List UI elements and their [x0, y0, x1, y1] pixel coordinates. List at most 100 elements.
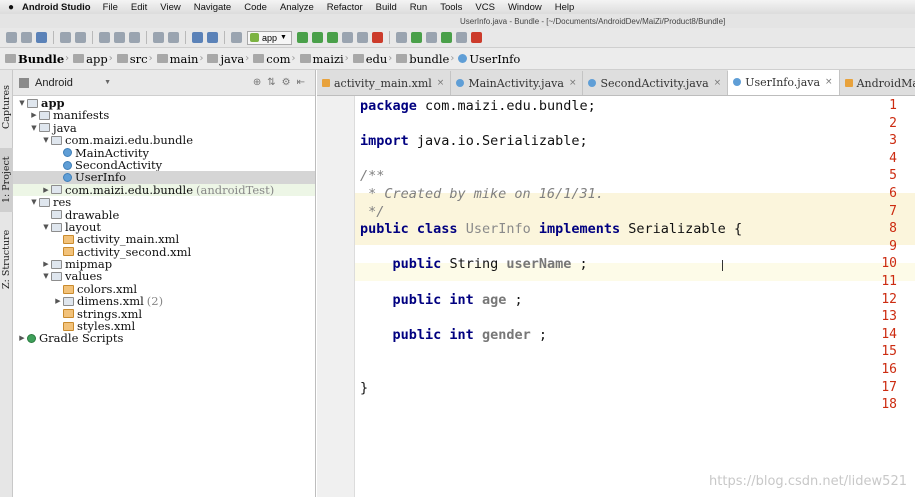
- menu-item-code[interactable]: Code: [244, 2, 267, 13]
- menu-item-file[interactable]: File: [103, 2, 118, 13]
- sdk-manager-icon[interactable]: [425, 32, 437, 43]
- collapse-arrow-icon[interactable]: ▶: [41, 258, 51, 270]
- back-icon[interactable]: [192, 32, 203, 43]
- tree-item[interactable]: ▶ dimens.xml (2): [13, 294, 315, 309]
- line-number: 12: [881, 291, 897, 307]
- menu-item-edit[interactable]: Edit: [131, 2, 147, 13]
- project-view-select[interactable]: Android ▼: [19, 77, 111, 89]
- tree-item[interactable]: ▶ manifests: [13, 109, 315, 122]
- run-config-select[interactable]: app ▼: [247, 30, 292, 45]
- save-icon[interactable]: [21, 32, 32, 43]
- tree-item[interactable]: ▼ res: [13, 196, 315, 209]
- paste-icon[interactable]: [129, 32, 140, 43]
- code-editor[interactable]: 1 package com.maizi.edu.bundle; 2 3 import j…: [317, 96, 915, 497]
- breadcrumb-item[interactable]: › com: [244, 52, 290, 66]
- expand-arrow-icon[interactable]: ▼: [29, 122, 39, 134]
- sync-icon[interactable]: [36, 32, 47, 43]
- project-structure-icon[interactable]: [395, 32, 407, 43]
- code-token: ;: [579, 256, 588, 273]
- menu-item-vcs[interactable]: VCS: [475, 2, 495, 13]
- find-icon[interactable]: [153, 32, 164, 43]
- profile-icon[interactable]: [326, 32, 338, 43]
- collapse-arrow-icon[interactable]: ▶: [41, 184, 51, 196]
- code-token: ;: [538, 326, 547, 343]
- tree-item[interactable]: ▼ com.maizi.edu.bundle: [13, 134, 315, 147]
- collapse-arrow-icon[interactable]: ▶: [53, 295, 63, 307]
- breadcrumb-item[interactable]: › src: [108, 52, 148, 66]
- project-tool-tab[interactable]: 1: Project: [0, 148, 13, 212]
- collapse-arrow-icon[interactable]: ▶: [17, 332, 27, 344]
- close-icon[interactable]: ×: [569, 78, 577, 88]
- scroll-from-source-icon[interactable]: ⊕: [253, 77, 261, 88]
- debug-icon[interactable]: [311, 32, 323, 43]
- expand-arrow-icon[interactable]: ▼: [29, 196, 39, 208]
- menu-item-build[interactable]: Build: [376, 2, 397, 13]
- collapse-all-icon[interactable]: ⇅: [267, 77, 275, 88]
- expand-arrow-icon[interactable]: ▼: [17, 97, 27, 109]
- editor-tab[interactable]: activity_main.xml ×: [317, 71, 452, 95]
- menu-item-help[interactable]: Help: [555, 2, 575, 13]
- menu-item-view[interactable]: View: [160, 2, 180, 13]
- expand-arrow-icon[interactable]: ▼: [41, 270, 51, 282]
- hide-panel-icon[interactable]: ⇤: [297, 77, 305, 88]
- editor-tab[interactable]: UserInfo.java ×: [728, 70, 840, 95]
- gear-icon[interactable]: ⚙: [282, 77, 291, 88]
- stop-icon[interactable]: [371, 32, 383, 43]
- app-name[interactable]: Android Studio: [22, 2, 91, 13]
- editor-tab[interactable]: AndroidManifest.xml×: [840, 71, 915, 95]
- replace-icon[interactable]: [168, 32, 179, 43]
- breadcrumb-item[interactable]: › UserInfo: [449, 52, 520, 66]
- breadcrumb-item[interactable]: › maizi: [291, 52, 344, 66]
- android-device-monitor-icon[interactable]: [440, 32, 452, 43]
- tree-item-label: dimens.xml: [77, 294, 144, 309]
- breadcrumb-item[interactable]: › edu: [344, 52, 388, 66]
- breadcrumb-item[interactable]: › bundle: [387, 52, 449, 66]
- menu-item-run[interactable]: Run: [410, 2, 427, 13]
- menu-item-analyze[interactable]: Analyze: [280, 2, 314, 13]
- tree-item[interactable]: colors.xml: [13, 282, 315, 295]
- breadcrumb-item[interactable]: Bundle: [2, 52, 64, 66]
- tree-item[interactable]: ▼ values: [13, 270, 315, 283]
- breadcrumb-item[interactable]: › main: [148, 52, 199, 66]
- tree-item[interactable]: MainActivity: [13, 146, 315, 159]
- tree-item[interactable]: drawable: [13, 208, 315, 221]
- run-icon[interactable]: [296, 32, 308, 43]
- captures-tool-tab[interactable]: Captures: [0, 76, 13, 138]
- make-project-icon[interactable]: [231, 32, 242, 43]
- menu-item-refactor[interactable]: Refactor: [327, 2, 363, 13]
- close-icon[interactable]: ×: [437, 78, 445, 88]
- expand-arrow-icon[interactable]: ▼: [41, 221, 51, 233]
- editor-tab[interactable]: SecondActivity.java ×: [583, 71, 729, 95]
- expand-arrow-icon[interactable]: ▼: [41, 134, 51, 146]
- breadcrumb-item[interactable]: › java: [198, 52, 244, 66]
- undo-icon[interactable]: [60, 32, 71, 43]
- tree-item[interactable]: ▶ Gradle Scripts: [13, 332, 315, 345]
- coverage-icon[interactable]: [356, 32, 368, 43]
- tree-item[interactable]: activity_main.xml: [13, 233, 315, 246]
- breadcrumb-item[interactable]: › app: [64, 52, 108, 66]
- attach-icon[interactable]: [341, 32, 353, 43]
- cut-icon[interactable]: [99, 32, 110, 43]
- avd-manager-icon[interactable]: [410, 32, 422, 43]
- tree-item[interactable]: activity_second.xml: [13, 245, 315, 258]
- menu-item-navigate[interactable]: Navigate: [194, 2, 232, 13]
- tree-item[interactable]: UserInfo: [13, 171, 315, 184]
- close-icon[interactable]: ×: [825, 77, 833, 87]
- gradle-sync-icon[interactable]: [470, 32, 482, 43]
- chevron-right-icon: ›: [65, 53, 70, 64]
- apple-icon[interactable]: ●: [0, 2, 22, 13]
- close-icon[interactable]: ×: [714, 78, 722, 88]
- forward-icon[interactable]: [207, 32, 218, 43]
- help-icon[interactable]: [455, 32, 467, 43]
- tree-item[interactable]: SecondActivity: [13, 159, 315, 171]
- open-icon[interactable]: [6, 32, 17, 43]
- structure-tool-tab[interactable]: Z: Structure: [0, 224, 13, 294]
- redo-icon[interactable]: [75, 32, 86, 43]
- collapse-arrow-icon[interactable]: ▶: [29, 109, 39, 121]
- tree-item[interactable]: strings.xml: [13, 307, 315, 320]
- copy-icon[interactable]: [114, 32, 125, 43]
- menu-item-tools[interactable]: Tools: [440, 2, 462, 13]
- editor-tab[interactable]: MainActivity.java ×: [451, 71, 584, 95]
- menu-item-window[interactable]: Window: [508, 2, 542, 13]
- tree-item[interactable]: ▶ mipmap: [13, 258, 315, 271]
